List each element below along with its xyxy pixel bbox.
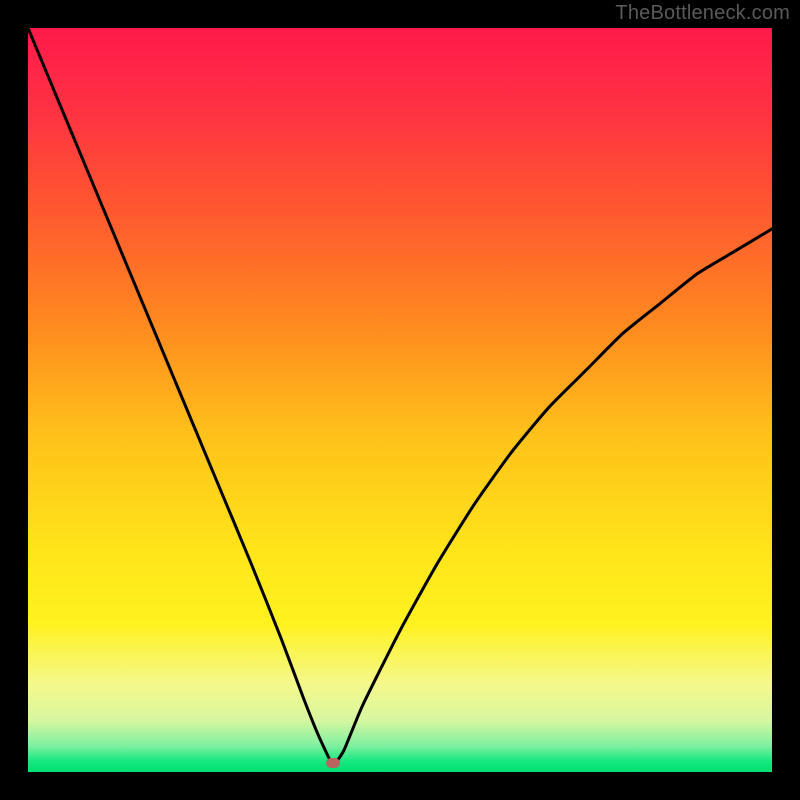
minimum-marker (326, 758, 340, 768)
watermark-text: TheBottleneck.com (615, 2, 790, 25)
chart-frame: TheBottleneck.com (0, 0, 800, 800)
bottleneck-curve (28, 28, 772, 772)
plot-area (28, 28, 772, 772)
